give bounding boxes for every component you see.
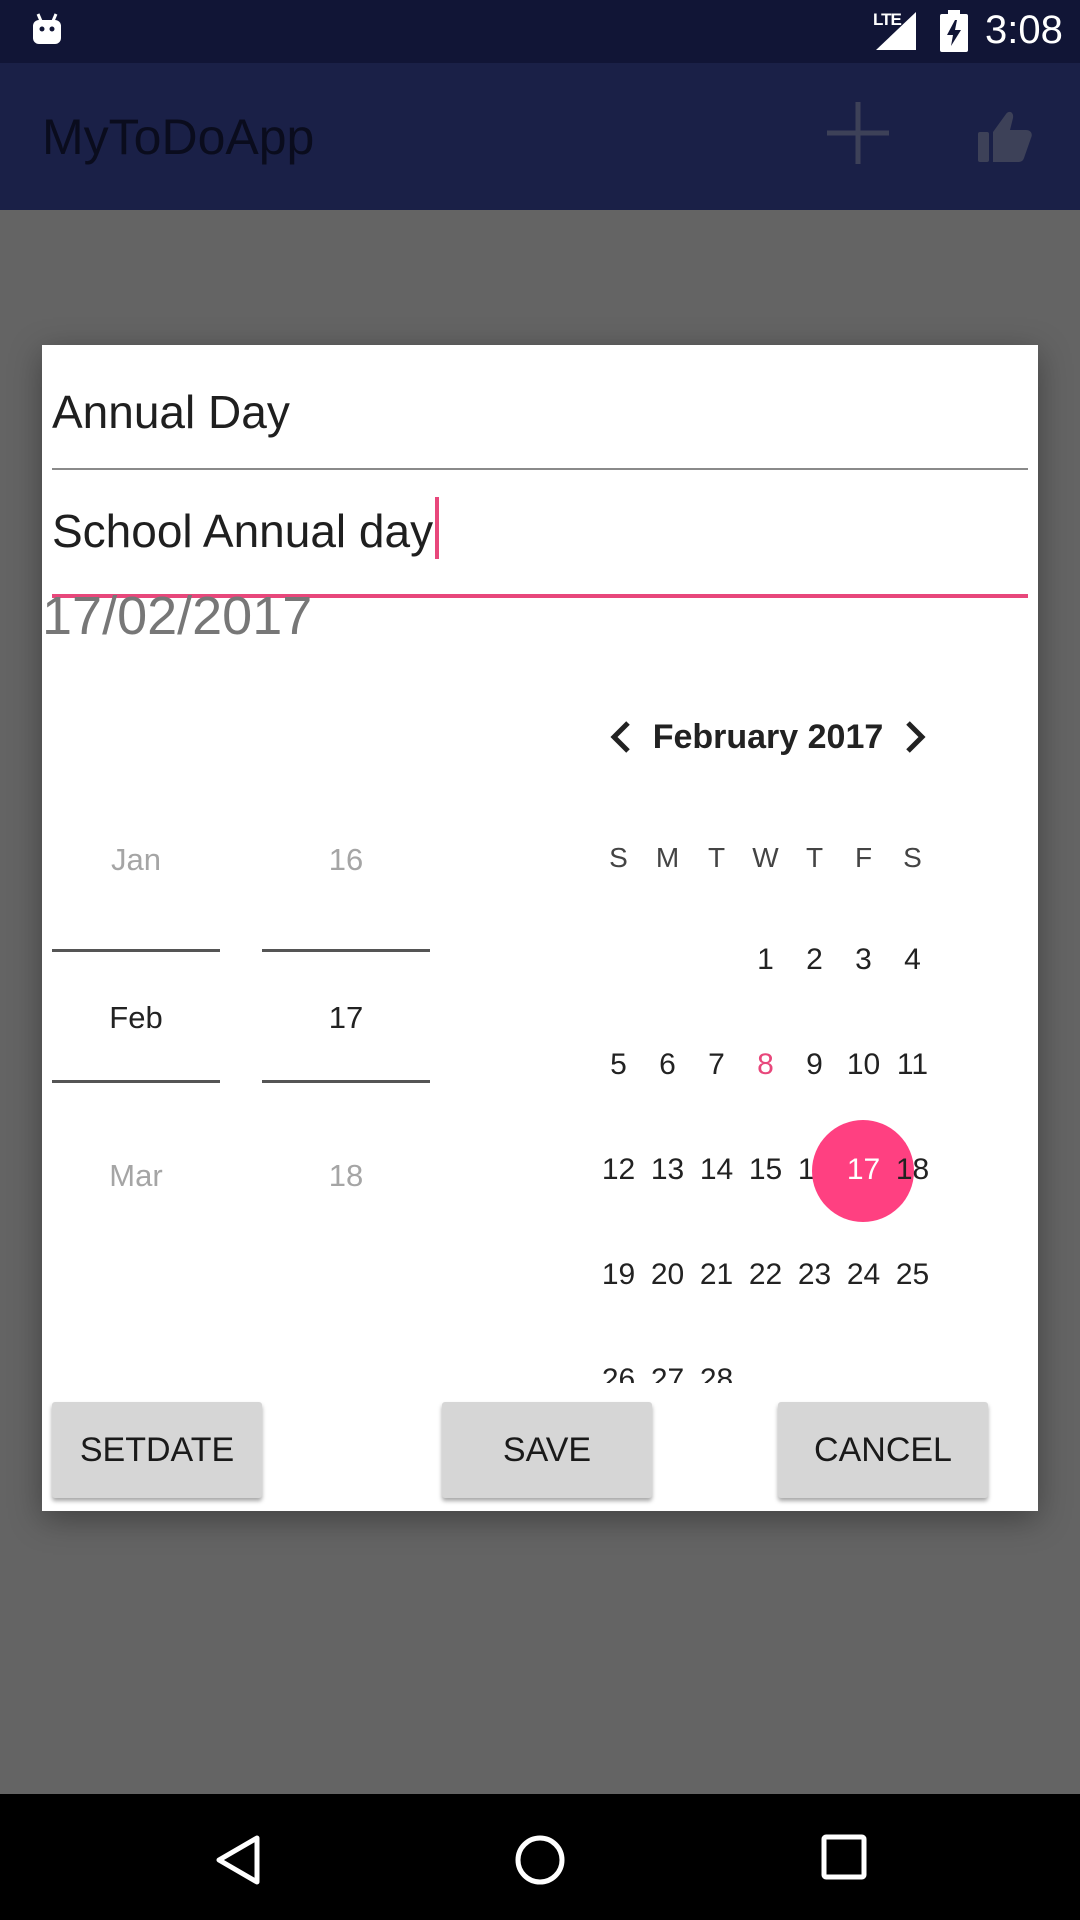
weekday-header: T — [707, 842, 726, 873]
calendar-day[interactable]: 22 — [741, 1258, 790, 1292]
calendar-day[interactable]: 25 — [888, 1258, 937, 1292]
calendar-day[interactable]: 26 — [594, 1363, 643, 1383]
signal-icon — [876, 12, 916, 50]
thumbs-up-icon[interactable] — [978, 110, 1032, 164]
calendar-day[interactable]: 19 — [594, 1258, 643, 1292]
calendar-day[interactable]: 21 — [692, 1258, 741, 1292]
calendar-grid: SMTWTFS123456789101112131415161718192021… — [594, 345, 937, 1383]
battery-icon — [940, 10, 968, 52]
add-icon[interactable] — [825, 100, 891, 166]
calendar-day[interactable]: 28 — [692, 1363, 741, 1383]
setdate-button[interactable]: SETDATE — [52, 1402, 262, 1498]
calendar-day[interactable]: 8 — [741, 1048, 790, 1082]
month-divider-top — [52, 949, 220, 952]
selected-date-label: 17/02/2017 — [42, 586, 313, 646]
calendar-day[interactable]: 27 — [643, 1363, 692, 1383]
month-current[interactable]: Feb — [52, 1000, 220, 1036]
calendar-day[interactable]: 13 — [643, 1153, 692, 1187]
calendar-day[interactable]: 18 — [888, 1153, 937, 1187]
day-next[interactable]: 18 — [262, 1158, 430, 1194]
calendar-day[interactable]: 14 — [692, 1153, 741, 1187]
title-input[interactable]: Annual Day — [52, 385, 290, 439]
weekday-header: S — [609, 842, 628, 873]
calendar-day[interactable]: 4 — [888, 943, 937, 977]
app-title: MyToDoApp — [42, 109, 315, 165]
calendar-day[interactable]: 24 — [839, 1258, 888, 1292]
calendar-day[interactable]: 9 — [790, 1048, 839, 1082]
weekday-header: W — [752, 842, 779, 873]
navigation-bar — [0, 1794, 1080, 1920]
day-prev[interactable]: 16 — [262, 842, 430, 878]
month-next[interactable]: Mar — [52, 1158, 220, 1194]
calendar-day[interactable]: 11 — [888, 1048, 937, 1082]
weekday-header: S — [903, 842, 922, 873]
day-current[interactable]: 17 — [262, 1000, 430, 1036]
calendar-day[interactable]: 1 — [741, 943, 790, 977]
month-prev[interactable]: Jan — [52, 842, 220, 878]
calendar-day[interactable]: 23 — [790, 1258, 839, 1292]
calendar-day[interactable]: 10 — [839, 1048, 888, 1082]
calendar-day[interactable]: 3 — [839, 943, 888, 977]
cancel-button[interactable]: CANCEL — [778, 1402, 988, 1498]
calendar-day[interactable]: 7 — [692, 1048, 741, 1082]
home-icon[interactable] — [514, 1834, 566, 1886]
day-divider-bottom — [262, 1080, 430, 1083]
back-icon[interactable] — [213, 1834, 261, 1886]
weekday-header: M — [655, 842, 680, 873]
day-divider-top — [262, 949, 430, 952]
clock: 3:08 — [985, 8, 1063, 52]
android-icon — [33, 13, 61, 44]
app-bar: MyToDoApp — [0, 63, 1080, 210]
save-button[interactable]: SAVE — [442, 1402, 652, 1498]
calendar-day[interactable]: 15 — [741, 1153, 790, 1187]
month-divider-bottom — [52, 1080, 220, 1083]
description-input[interactable]: School Annual day — [52, 497, 440, 559]
calendar-day[interactable]: 17 — [839, 1153, 888, 1187]
description-text: School Annual day — [52, 505, 434, 557]
status-bar: LTE 3:08 — [0, 0, 1080, 63]
calendar-day[interactable]: 2 — [790, 943, 839, 977]
calendar-day[interactable]: 6 — [643, 1048, 692, 1082]
weekday-header: T — [805, 842, 824, 873]
weekday-header: F — [854, 842, 873, 873]
recents-icon[interactable] — [821, 1834, 867, 1880]
calendar-day[interactable]: 20 — [643, 1258, 692, 1292]
calendar-day[interactable]: 5 — [594, 1048, 643, 1082]
calendar-viewport: SMTWTFS123456789101112131415161718192021… — [582, 345, 962, 1383]
add-task-dialog: Annual Day School Annual day 17/02/2017 … — [42, 345, 1038, 1511]
calendar-day[interactable]: 12 — [594, 1153, 643, 1187]
text-cursor — [435, 497, 440, 559]
